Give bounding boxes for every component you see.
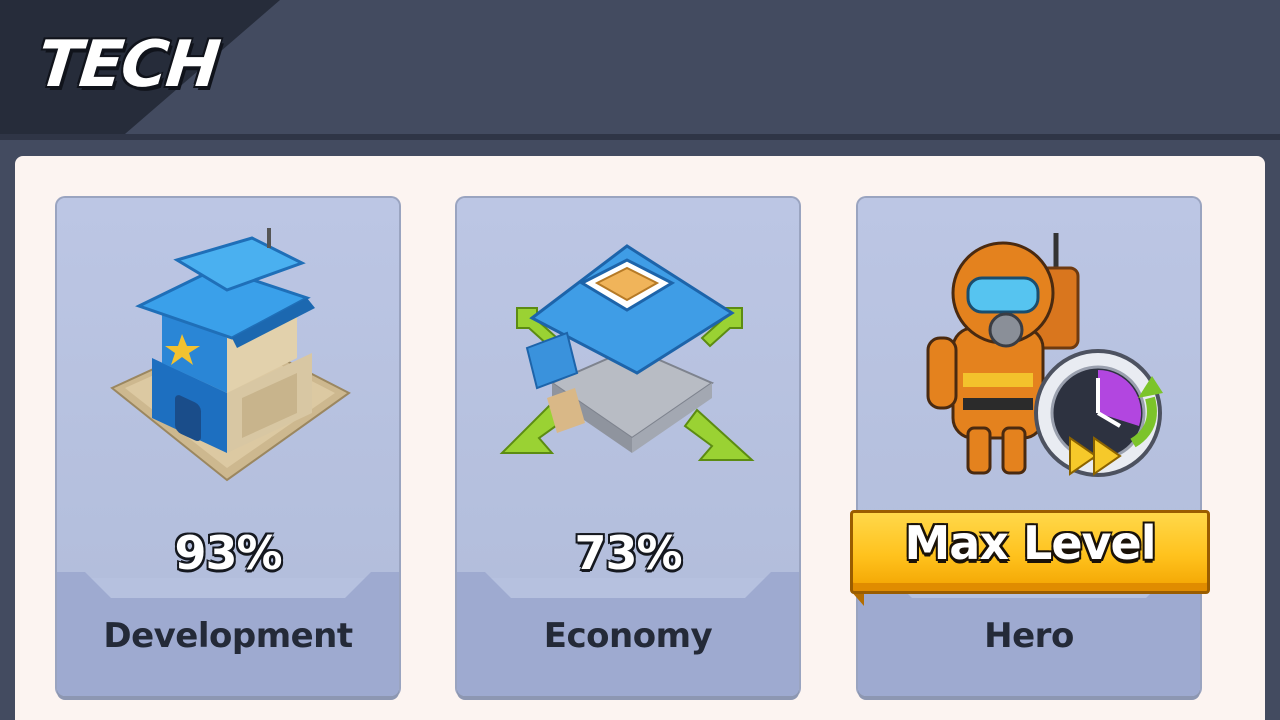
storehouse-expand-icon bbox=[499, 244, 755, 461]
max-level-label: Max Level bbox=[904, 516, 1157, 570]
tech-card-development[interactable]: 93% Development bbox=[57, 198, 399, 696]
page-title: TECH bbox=[34, 28, 222, 102]
tech-card-hero[interactable]: Hero bbox=[858, 198, 1200, 696]
card-label-hero: Hero bbox=[984, 616, 1074, 656]
card-label-development: Development bbox=[103, 616, 353, 656]
max-level-ribbon: Max Level bbox=[850, 510, 1210, 606]
hero-speedup-icon bbox=[926, 233, 1163, 477]
header-bar: TECH bbox=[0, 0, 1280, 140]
economy-progress: 73% bbox=[574, 526, 682, 580]
house-icon bbox=[110, 228, 351, 482]
card-label-economy: Economy bbox=[543, 616, 713, 656]
development-progress: 93% bbox=[174, 526, 282, 580]
tech-card-economy[interactable]: 73% Economy bbox=[457, 198, 799, 696]
